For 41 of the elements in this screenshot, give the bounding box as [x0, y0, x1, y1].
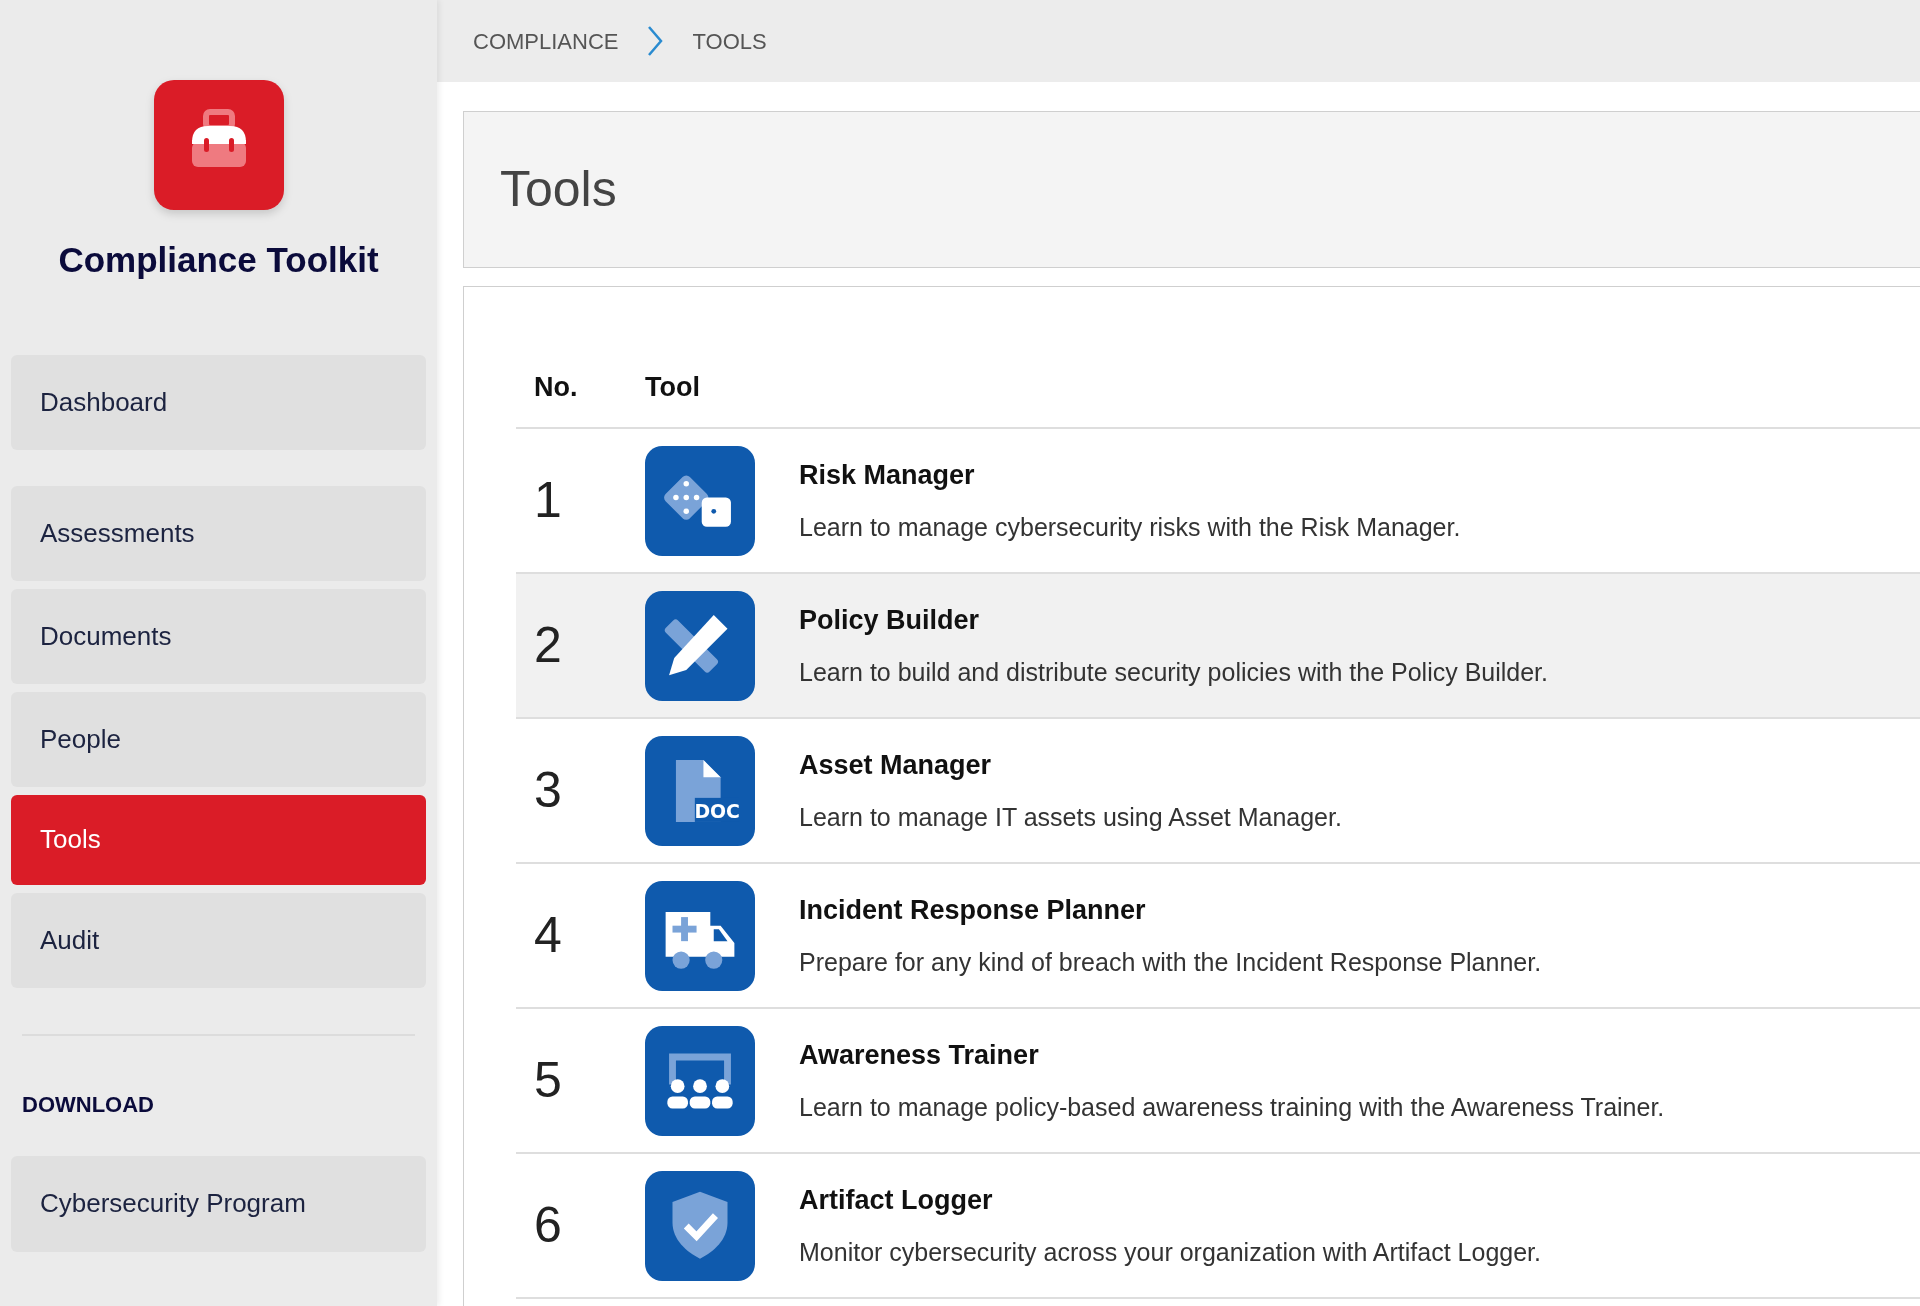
tool-name[interactable]: Risk Manager — [799, 454, 1461, 495]
tool-description: Monitor cybersecurity across your organization with Artifact Logger. — [799, 1237, 1541, 1268]
row-number: 2 — [533, 616, 563, 675]
column-header: No. — [533, 370, 579, 404]
breadcrumb-link[interactable]: COMPLIANCE — [473, 24, 619, 58]
tool-name[interactable]: Asset Manager — [799, 744, 1342, 785]
sidebar-item[interactable]: People — [11, 691, 426, 787]
tool-description: Learn to manage cybersecurity risks with the Risk Manager. — [799, 512, 1461, 543]
row-number: 5 — [533, 1051, 563, 1110]
toolbox-logo-icon — [153, 80, 284, 210]
page-title: Tools — [500, 160, 617, 219]
breadcrumb-link[interactable]: TOOLS — [692, 24, 767, 58]
row-number: 1 — [533, 471, 563, 530]
column-header: Tool — [645, 370, 700, 404]
row-number: 3 — [533, 761, 563, 820]
sidebar-item[interactable]: Assessments — [11, 485, 426, 581]
table-row[interactable]: 2 Policy Builder Learn to build and distribute security policies with the Policy Builder. — [516, 574, 1920, 719]
sidebar-item[interactable]: Documents — [11, 588, 426, 684]
tool-name[interactable]: Incident Response Planner — [799, 889, 1542, 930]
doc-icon: DOC — [645, 735, 755, 846]
app-name: Compliance Toolkit — [58, 239, 379, 281]
tool-name[interactable]: Policy Builder — [799, 599, 1548, 640]
shield-icon — [645, 1170, 755, 1281]
tool-description: Learn to manage IT assets using Asset Manager. — [799, 802, 1342, 833]
row-number: 6 — [533, 1196, 563, 1255]
dice-icon — [645, 445, 755, 556]
download-item[interactable]: Cybersecurity Program — [11, 1155, 426, 1252]
ambulance-icon — [645, 880, 755, 991]
tool-description: Learn to manage policy-based awareness training with the Awareness Trainer. — [799, 1092, 1665, 1123]
sidebar-item[interactable]: Tools — [11, 794, 426, 885]
tool-description: Learn to build and distribute security policies with the Policy Builder. — [799, 657, 1548, 688]
sidebar-item[interactable]: Dashboard — [11, 354, 426, 450]
row-number: 4 — [533, 906, 563, 965]
download-heading: DOWNLOAD — [21, 1090, 155, 1119]
tool-name[interactable]: Awareness Trainer — [799, 1034, 1665, 1075]
tool-description: Prepare for any kind of breach with the Incident Response Planner. — [799, 947, 1542, 978]
tool-name[interactable]: Artifact Logger — [799, 1179, 1541, 1220]
people-icon — [645, 1025, 755, 1136]
chevron-right-icon — [646, 25, 665, 57]
pencil-icon — [645, 590, 755, 701]
sidebar-item[interactable]: Audit — [11, 892, 426, 988]
